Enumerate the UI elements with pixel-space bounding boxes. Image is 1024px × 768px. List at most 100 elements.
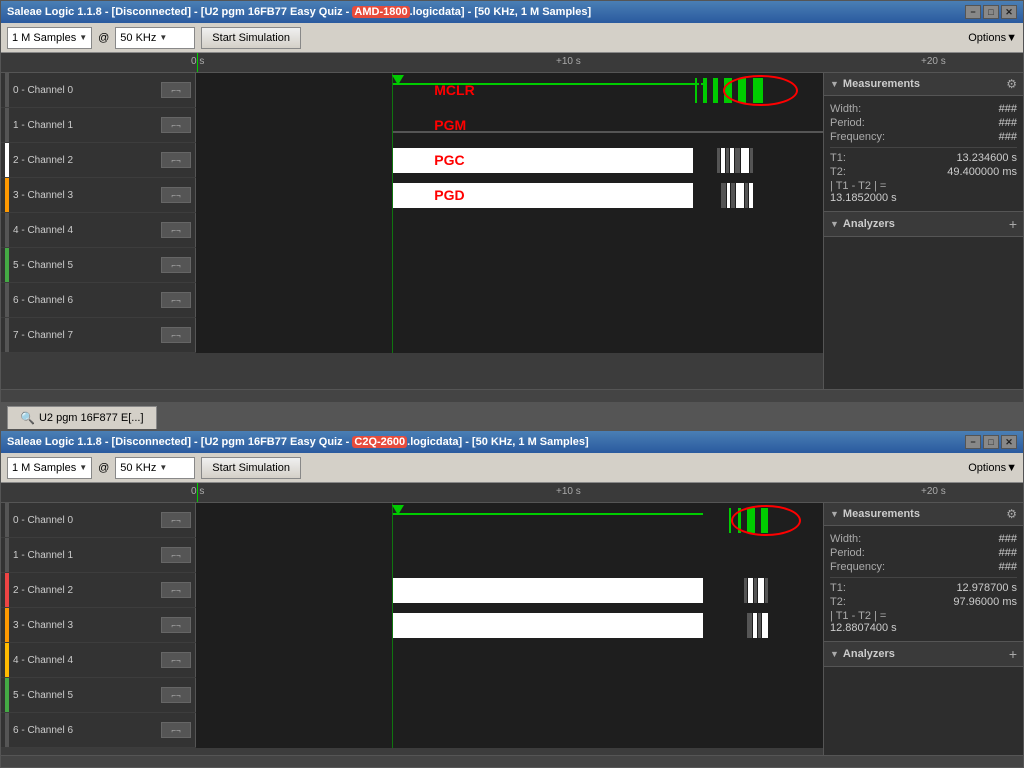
channel-label-5-2: 5 - Channel 5 ⌐¬ (1, 678, 196, 712)
ch-icons-1-2: ⌐¬ (161, 547, 191, 563)
channel-label-6-1: 6 - Channel 6 ⌐¬ (1, 283, 196, 317)
samples-dropdown-2[interactable]: 1 M Samples ▼ (7, 457, 92, 479)
close-button-2[interactable]: ✕ (1001, 435, 1017, 449)
meas-freq-label-2: Frequency: (830, 561, 885, 573)
ch-color-4-2 (5, 643, 9, 677)
ch-icon-box-1-2[interactable]: ⌐¬ (161, 547, 191, 563)
analyzers-header-1: ▼ Analyzers + (824, 211, 1023, 237)
meas-t1-1: T1: 13.234600 s (830, 151, 1017, 165)
ch-icon-box-1-1[interactable]: ⌐¬ (161, 117, 191, 133)
analyzers-add-button-2[interactable]: + (1009, 646, 1017, 662)
tab-1[interactable]: 🔍 U2 pgm 16F877 E[...] (7, 406, 157, 429)
pgd-pulse-4 (736, 183, 744, 208)
ch-icon-box-7-1[interactable]: ⌐¬ (161, 327, 191, 343)
analyzers-add-button-1[interactable]: + (1009, 216, 1017, 232)
ch-name-6-2: 6 - Channel 6 (13, 725, 157, 736)
scrollbar-h-2[interactable] (1, 755, 1023, 767)
meas-t2-value-2: 97.96000 ms (953, 596, 1017, 608)
ch-icons-5-1: ⌐¬ (161, 257, 191, 273)
channel-row-2-2: 2 - Channel 2 ⌐¬ (1, 573, 823, 608)
title-prefix-2: Saleae Logic 1.1.8 - [Disconnected] - [U… (7, 436, 352, 448)
options-button-1[interactable]: Options▼ (968, 32, 1017, 44)
measurements-content-2: Width: ### Period: ### Frequency: ### T1… (824, 526, 1023, 641)
ch-icon-box-5-1[interactable]: ⌐¬ (161, 257, 191, 273)
meas-width-1: Width: ### (830, 102, 1017, 116)
channel-row-5-2: 5 - Channel 5 ⌐¬ (1, 678, 823, 713)
ch-icon-box-4-1[interactable]: ⌐¬ (161, 222, 191, 238)
scrollbar-h-1[interactable] (1, 389, 1023, 401)
meas-freq-value-2: ### (999, 561, 1017, 573)
main-content-2: 0 - Channel 0 ⌐¬ (1, 503, 1023, 755)
options-button-2[interactable]: Options▼ (968, 462, 1017, 474)
measurements-title-1: ▼ Measurements (830, 78, 920, 90)
ch1-2-vline (392, 538, 393, 573)
ch-icons-5-2: ⌐¬ (161, 687, 191, 703)
ch-icon-box-6-1[interactable]: ⌐¬ (161, 292, 191, 308)
ch-icons-4-1: ⌐¬ (161, 222, 191, 238)
minimize-button-1[interactable]: − (965, 5, 981, 19)
maximize-button-1[interactable]: □ (983, 5, 999, 19)
ch3p2 (753, 613, 757, 638)
close-button-1[interactable]: ✕ (1001, 5, 1017, 19)
minimize-button-2[interactable]: − (965, 435, 981, 449)
measurements-gear-1[interactable]: ⚙ (1006, 77, 1017, 91)
samples-dropdown-1[interactable]: 1 M Samples ▼ (7, 27, 92, 49)
ch-name-5-2: 5 - Channel 5 (13, 690, 157, 701)
ch2p2 (748, 578, 753, 603)
channel-signal-7-1 (196, 318, 823, 353)
meas-period-1: Period: ### (830, 116, 1017, 130)
ch-name-2-1: 2 - Channel 2 (13, 155, 157, 166)
timeline-marker-20s-1: +20 s (921, 56, 946, 67)
measurements-gear-2[interactable]: ⚙ (1006, 507, 1017, 521)
ch-icon-box-0-1[interactable]: ⌐¬ (161, 82, 191, 98)
freq-dropdown-2[interactable]: 50 KHz ▼ (115, 457, 195, 479)
pulse-10 (748, 78, 751, 103)
analyzers-triangle-2: ▼ (830, 649, 839, 659)
measurements-triangle-2: ▼ (830, 509, 839, 519)
channel-signal-3-1: PGD (196, 178, 823, 213)
freq-dropdown-1[interactable]: 50 KHz ▼ (115, 27, 195, 49)
measurements-content-1: Width: ### Period: ### Frequency: ### T1… (824, 96, 1023, 211)
pgd-pulse-3 (731, 183, 735, 208)
start-simulation-button-2[interactable]: Start Simulation (201, 457, 301, 479)
window-2: Saleae Logic 1.1.8 - [Disconnected] - [U… (0, 430, 1024, 768)
meas-width-2: Width: ### (830, 532, 1017, 546)
channel-label-4-2: 4 - Channel 4 ⌐¬ (1, 643, 196, 677)
pgc-pulse-3 (726, 148, 729, 173)
ch-icon-box-2-2[interactable]: ⌐¬ (161, 582, 191, 598)
title-suffix-1: .logicdata] - [50 KHz, 1 M Samples] (410, 6, 592, 18)
zero-line-1 (197, 53, 198, 72)
ch-color-1-1 (5, 108, 9, 142)
ch7-vline (392, 318, 393, 353)
p3 (738, 508, 741, 533)
ch-icon-box-6-2[interactable]: ⌐¬ (161, 722, 191, 738)
timeline-marker-10s-1: +10 s (556, 56, 581, 67)
ch-icon-box-3-1[interactable]: ⌐¬ (161, 187, 191, 203)
pgd-pulse-5 (745, 183, 748, 208)
ch1-vline (392, 108, 393, 143)
pulse-9 (738, 78, 746, 103)
ch-icon-box-2-1[interactable]: ⌐¬ (161, 152, 191, 168)
p6 (757, 508, 759, 533)
pulse-7 (724, 78, 732, 103)
toolbar-2: 1 M Samples ▼ @ 50 KHz ▼ Start Simulatio… (1, 453, 1023, 483)
maximize-button-2[interactable]: □ (983, 435, 999, 449)
ch-icon-box-0-2[interactable]: ⌐¬ (161, 512, 191, 528)
meas-width-value-1: ### (999, 103, 1017, 115)
ch-icon-box-4-2[interactable]: ⌐¬ (161, 652, 191, 668)
ch-icon-box-3-2[interactable]: ⌐¬ (161, 617, 191, 633)
ch-icon-box-5-2[interactable]: ⌐¬ (161, 687, 191, 703)
tab-bar: 🔍 U2 pgm 16F877 E[...] (1, 401, 1023, 429)
pgd-pulse-1 (721, 183, 726, 208)
channel-signal-3-2 (196, 608, 823, 643)
start-simulation-button-1[interactable]: Start Simulation (201, 27, 301, 49)
channel-row-3-2: 3 - Channel 3 ⌐¬ (1, 608, 823, 643)
ch-color-2-1 (5, 143, 9, 177)
pgc-label: PGC (434, 152, 464, 168)
title-bar-2: Saleae Logic 1.1.8 - [Disconnected] - [U… (1, 431, 1023, 453)
ch4-vline (392, 213, 393, 248)
meas-t1-label-1: T1: (830, 152, 846, 164)
tab-search-icon: 🔍 (20, 411, 35, 425)
channel-signal-4-2 (196, 643, 823, 678)
title-text-2: Saleae Logic 1.1.8 - [Disconnected] - [U… (7, 436, 965, 448)
